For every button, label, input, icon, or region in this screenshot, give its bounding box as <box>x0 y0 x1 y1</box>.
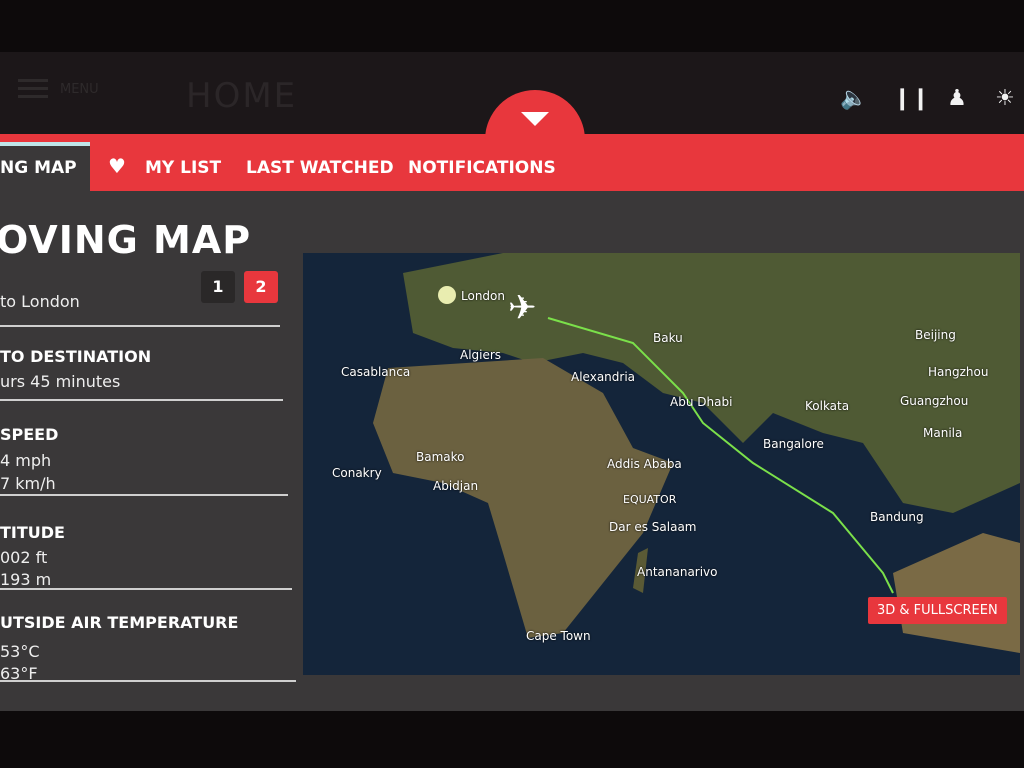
city-label: Bangalore <box>763 437 824 451</box>
heart-icon: ♥ <box>108 154 126 178</box>
stat-value: 002 ft <box>0 548 48 567</box>
stat-label: TITUDE <box>0 523 65 542</box>
city-label: Guangzhou <box>900 394 969 408</box>
person-icon[interactable]: ♟ <box>944 86 970 114</box>
stat-label: TO DESTINATION <box>0 347 152 366</box>
tab-moving-map-label[interactable]: NG MAP <box>0 158 77 178</box>
city-label: Kolkata <box>805 399 850 413</box>
london-marker <box>438 286 456 304</box>
home-title: HOME <box>186 76 298 116</box>
reading-light-icon[interactable]: ☀ <box>992 86 1018 114</box>
divider <box>0 588 292 590</box>
city-label: Algiers <box>460 348 502 362</box>
menu-label[interactable]: MENU <box>60 82 99 97</box>
stat-label: SPEED <box>0 425 59 444</box>
fork-knife-icon[interactable]: ❙❙ <box>893 86 930 114</box>
city-label: London <box>461 289 505 303</box>
city-label: Beijing <box>915 328 956 342</box>
divider <box>0 494 288 496</box>
city-label: Baku <box>653 331 683 345</box>
tab-notifications[interactable]: NOTIFICATIONS <box>408 158 556 178</box>
speaker-icon[interactable]: 🔈 <box>840 86 867 114</box>
stat-label: UTSIDE AIR TEMPERATURE <box>0 613 239 632</box>
stat-value: 4 mph <box>0 451 52 470</box>
city-label: Alexandria <box>571 370 636 384</box>
city-label: Bamako <box>416 450 465 464</box>
stat-value: 53°C <box>0 642 40 661</box>
city-label: Manila <box>923 426 963 440</box>
divider <box>0 325 280 327</box>
page-2-button[interactable]: 2 <box>244 271 278 303</box>
page-1-button[interactable]: 1 <box>201 271 235 303</box>
city-label: Cape Town <box>526 629 591 643</box>
stat-value: urs 45 minutes <box>0 372 121 391</box>
route-text: to London <box>0 292 80 311</box>
city-label: Abidjan <box>433 479 479 493</box>
city-label: Hangzhou <box>928 365 989 379</box>
divider <box>0 399 283 401</box>
fullscreen-button[interactable]: 3D & FULLSCREEN <box>868 597 1007 624</box>
city-label: Abu Dhabi <box>670 395 733 409</box>
tab-last-watched[interactable]: LAST WATCHED <box>246 158 394 178</box>
stat-value: 193 m <box>0 570 52 589</box>
city-label: Bandung <box>870 510 924 524</box>
equator-label: EQUATOR <box>623 493 677 506</box>
menu-icon[interactable] <box>18 74 48 104</box>
city-label: Dar es Salaam <box>609 520 697 534</box>
page-title: OVING MAP <box>0 218 252 262</box>
city-label: Casablanca <box>341 365 411 379</box>
divider <box>0 680 296 682</box>
airplane-icon: ✈ <box>508 288 537 328</box>
city-label: Antananarivo <box>637 565 718 579</box>
tab-my-list[interactable]: MY LIST <box>145 158 221 178</box>
chevron-down-icon[interactable] <box>521 112 549 126</box>
city-label: Addis Ababa <box>607 457 682 471</box>
landmass-australia <box>893 533 1020 653</box>
stat-value: 7 km/h <box>0 474 56 493</box>
city-label: Conakry <box>332 466 382 480</box>
